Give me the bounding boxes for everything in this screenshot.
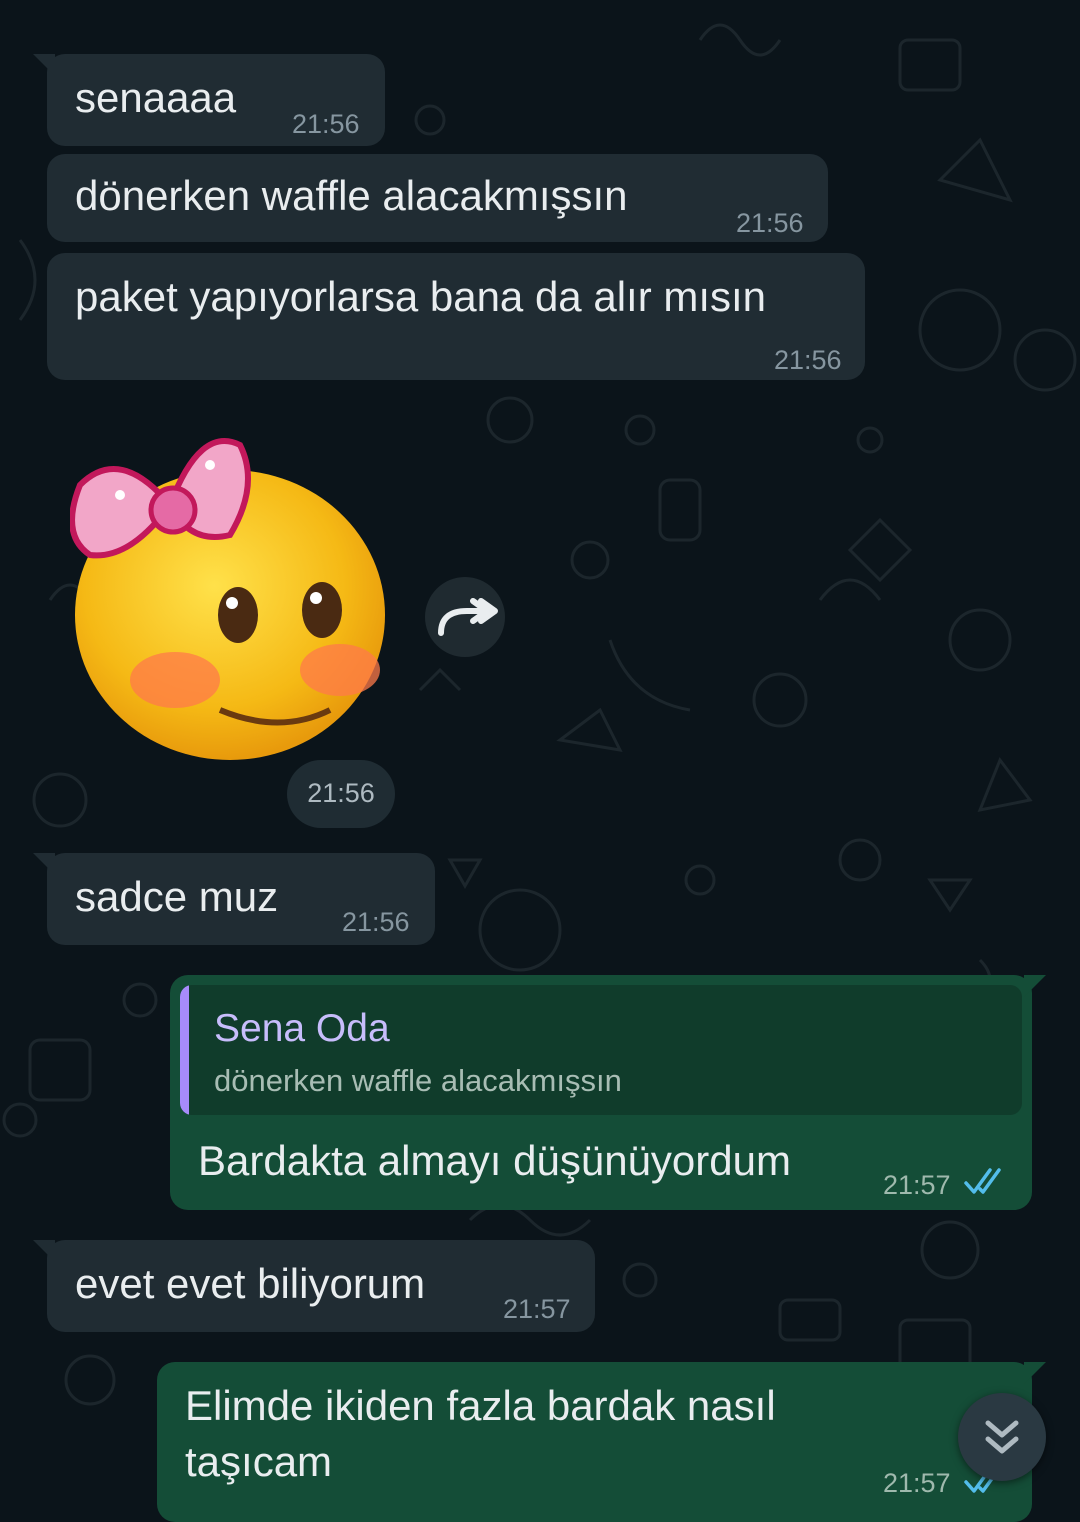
message-bubble-incoming[interactable]: paket yapıyorlarsa bana da alır mısın 21… [47, 253, 865, 380]
forward-icon [438, 598, 498, 636]
forward-button[interactable] [425, 577, 505, 657]
message-text: senaaaa [75, 74, 237, 121]
message-time: 21:57 [503, 1294, 571, 1324]
message-text: sadce muz [75, 873, 279, 920]
message-text: paket yapıyorlarsa bana da alır mısın [75, 273, 767, 320]
message-time: 21:56 [736, 208, 804, 238]
quote-author: Sena Oda [214, 1007, 390, 1050]
message-time: 21:57 [883, 1468, 951, 1498]
message-text: Bardakta almayı düşünüyordum [198, 1137, 791, 1184]
message-time: 21:57 [883, 1170, 951, 1200]
message-time: 21:56 [342, 907, 410, 937]
message-text-line-2: taşıcam [185, 1438, 333, 1485]
message-text: evet evet biliyorum [75, 1260, 426, 1307]
quote-text: dönerken waffle alacakmışsın [214, 1063, 622, 1098]
message-bubble-incoming[interactable]: dönerken waffle alacakmışsın 21:56 [47, 154, 828, 242]
reply-quote[interactable]: Sena Oda dönerken waffle alacakmışsın [180, 985, 1022, 1115]
message-bubble-outgoing[interactable]: Sena Oda dönerken waffle alacakmışsın Ba… [170, 975, 1046, 1210]
sticker-message[interactable] [69, 415, 390, 760]
quote-accent-bar [180, 985, 189, 1115]
sticker-time-chip: 21:56 [287, 760, 395, 828]
message-bubble-incoming[interactable]: sadce muz 21:56 [33, 853, 435, 945]
message-bubble-incoming[interactable]: senaaaa 21:56 [33, 54, 385, 146]
message-bubble-incoming[interactable]: evet evet biliyorum 21:57 [33, 1240, 595, 1332]
message-bubble-outgoing[interactable]: Elimde ikiden fazla bardak nasıl taşıcam… [157, 1362, 1046, 1522]
message-text: dönerken waffle alacakmışsın [75, 172, 628, 219]
message-time: 21:56 [774, 345, 842, 375]
smiling-face-with-bow-sticker [69, 438, 385, 760]
scroll-to-bottom-button[interactable] [958, 1393, 1046, 1481]
message-time: 21:56 [292, 109, 360, 139]
message-text-line-1: Elimde ikiden fazla bardak nasıl [185, 1382, 776, 1429]
double-check-icon [964, 1168, 1001, 1194]
double-chevron-down-icon [985, 1420, 1019, 1454]
message-time: 21:56 [307, 778, 375, 808]
